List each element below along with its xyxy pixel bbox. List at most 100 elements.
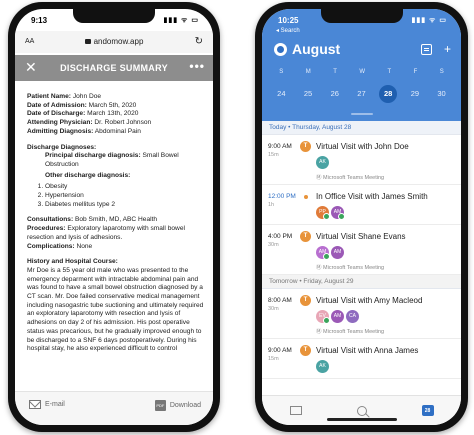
download-label: Download [169, 402, 201, 409]
weekday-label: S [439, 69, 444, 75]
event-time: 9:00 AM [268, 143, 292, 150]
avatar[interactable]: AK [316, 360, 329, 373]
attendee-avatars: PP AM [316, 206, 346, 220]
date-cell[interactable]: 30 [433, 85, 451, 103]
event-time: 9:00 AM [268, 347, 292, 354]
other-label: Other discharge diagnosis: [45, 171, 131, 179]
add-event-icon[interactable]: + [444, 42, 451, 56]
discharge-label: Date of Discharge: [27, 110, 86, 118]
event-location: Ⓜ Microsoft Teams Meeting [316, 327, 384, 335]
event-duration: 1h [268, 202, 275, 208]
event-location: Ⓜ Microsoft Teams Meeting [316, 173, 384, 181]
event-location: Ⓜ Microsoft Teams Meeting [316, 263, 384, 271]
calendar-icon[interactable]: 28 [421, 405, 434, 416]
attendee-avatars: AK [316, 156, 331, 169]
weekday-label: M [305, 69, 311, 75]
weekday-row: SMTWTFS [268, 69, 455, 75]
admission-line: Date of Admission: March 5th, 2020 [27, 102, 205, 111]
mail-icon[interactable] [289, 406, 302, 415]
reload-icon[interactable]: ↻ [195, 36, 203, 47]
date-cell[interactable]: 24 [272, 85, 290, 103]
discharge-document: Patient Name: John Doe Date of Admission… [27, 93, 205, 354]
email-button[interactable]: E-mail [29, 400, 65, 409]
view-toggle-icon[interactable] [420, 44, 432, 55]
weekday-label: W [359, 69, 365, 75]
avatar[interactable]: AK [316, 156, 329, 169]
other-diagnosis-list: Obesity Hypertension Diabetes mellitus t… [27, 183, 205, 209]
admission-label: Date of Admission: [27, 101, 87, 109]
account-avatar-icon[interactable] [274, 42, 287, 56]
teams-icon: T [300, 345, 311, 356]
right-phone-frame: 10:25 ▮▮▮ ᯤ ▭ ◂ Search August + SMTWTFS … [255, 2, 468, 432]
search-icon[interactable] [356, 405, 367, 416]
status-icons: ▮▮▮ ᯤ ▭ [411, 17, 447, 24]
more-icon[interactable]: ••• [189, 59, 205, 73]
scene: 9:13 ▮▮▮ ᯤ ▭ AA andomow.app ↻ ✕ DISCHARG… [0, 0, 474, 435]
browser-url-bar[interactable]: AA andomow.app ↻ [15, 31, 213, 53]
discharge-line: Date of Discharge: March 13th, 2020 [27, 110, 205, 119]
event-location-text: Microsoft Teams Meeting [323, 175, 385, 181]
notch [320, 9, 403, 23]
avatar[interactable]: AM [331, 206, 345, 220]
proc-label: Procedures: [27, 225, 66, 233]
event-row[interactable]: 4:00 PM 30m T Virtual Visit Shane Evans AM AM… [262, 225, 461, 275]
drag-handle[interactable] [350, 113, 373, 115]
attendee-avatars: EV AM CA [316, 310, 361, 324]
event-time: 4:00 PM [268, 233, 293, 240]
event-dot-icon [304, 195, 308, 199]
right-phone-screen: 10:25 ▮▮▮ ᯤ ▭ ◂ Search August + SMTWTFS … [262, 9, 461, 425]
back-to-search-link[interactable]: ◂ Search [276, 27, 300, 34]
event-row[interactable]: 12:00 PM 1h In Office Visit with James Smi… [262, 185, 461, 225]
complications-line: Complications: None [27, 243, 205, 252]
day-header: Today • Thursday, August 28 [262, 121, 461, 135]
avatar[interactable]: AM [331, 310, 344, 323]
weekday-label: F [413, 69, 418, 75]
left-phone-screen: 9:13 ▮▮▮ ᯤ ▭ AA andomow.app ↻ ✕ DISCHARG… [15, 9, 213, 425]
event-row[interactable]: 8:00 AM 30m T Virtual Visit with Amy Macleo… [262, 289, 461, 339]
day-header: Tomorrow • Friday, August 29 [262, 275, 461, 289]
url-field[interactable]: andomow.app [15, 37, 213, 46]
status-time: 9:13 [31, 16, 48, 25]
admission-value: March 5th, 2020 [86, 101, 137, 109]
event-location-text: Microsoft Teams Meeting [323, 265, 385, 271]
date-cell[interactable]: 29 [406, 85, 424, 103]
date-strip: 24 25 26 27 28 29 30 [268, 85, 455, 103]
event-row[interactable]: 9:00 AM 15m T Virtual Visit with Anna James… [262, 339, 461, 379]
download-button[interactable]: PDF Download [154, 400, 201, 411]
physician-value: Dr. Robert Johnson [92, 119, 152, 127]
consult-value: Bob Smith, MD, ABC Health [73, 216, 158, 224]
day-header-date: August 29 [324, 278, 354, 285]
home-indicator [326, 418, 397, 421]
physician-line: Attending Physician: Dr. Robert Johnson [27, 119, 205, 128]
date-cell[interactable]: 27 [352, 85, 370, 103]
list-item: Diabetes mellitus type 2 [45, 201, 205, 210]
avatar[interactable]: PP [316, 206, 330, 220]
calendar-title[interactable]: August [274, 41, 340, 57]
calendar-header: 10:25 ▮▮▮ ᯤ ▭ ◂ Search August + SMTWTFS … [262, 9, 461, 121]
status-time: 10:25 [278, 16, 299, 25]
procedures-line: Procedures: Exploratory laparotomy with … [27, 225, 205, 242]
date-cell-selected[interactable]: 28 [379, 85, 398, 103]
email-label: E-mail [45, 401, 65, 408]
pdf-icon: PDF [154, 400, 166, 411]
day-header-prefix: Today • Thursday, [269, 124, 322, 131]
date-cell[interactable]: 25 [299, 85, 317, 103]
teams-icon: T [300, 231, 311, 242]
admitting-diagnosis-label: Admitting Diagnosis: [27, 127, 94, 135]
avatar[interactable]: EV [316, 310, 330, 324]
avatar[interactable]: AM [316, 246, 330, 260]
history-heading-text: History and Hospital Course: [27, 258, 118, 266]
date-cell[interactable]: 26 [326, 85, 344, 103]
avatar[interactable]: CA [346, 310, 359, 323]
notch [73, 9, 155, 23]
principal-label: Principal discharge diagnosis: [45, 152, 141, 160]
weekday-label: T [387, 69, 392, 75]
avatar[interactable]: AM [331, 246, 344, 259]
event-duration: 30m [268, 242, 279, 248]
admitting-diagnosis-value: Abdominal Pain [93, 127, 141, 135]
event-time: 12:00 PM [268, 193, 296, 200]
diagnoses-heading: Discharge Diagnoses: [27, 144, 205, 153]
agenda-list[interactable]: Today • Thursday, August 28 9:00 AM 15m T Vi… [262, 121, 461, 395]
event-row[interactable]: 9:00 AM 15m T Virtual Visit with John Doe AK… [262, 135, 461, 185]
day-header-prefix: Tomorrow • Friday, [269, 278, 325, 285]
